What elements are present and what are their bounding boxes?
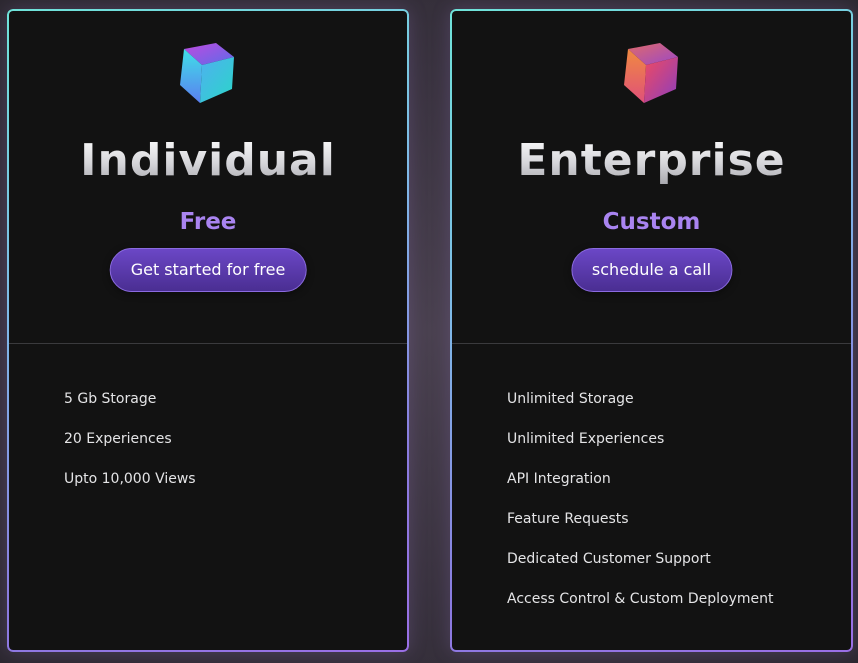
feature-item: Unlimited Experiences: [507, 431, 665, 447]
pricing-card-header: Individual Free Get started for free: [9, 11, 407, 344]
pricing-card-header: Enterprise Custom schedule a call: [452, 11, 851, 344]
feature-list: Unlimited Storage Unlimited Experiences …: [507, 389, 774, 629]
feature-list: 5 Gb Storage 20 Experiences Upto 10,000 …: [64, 389, 196, 509]
feature-item: 5 Gb Storage: [64, 391, 157, 407]
pricing-card-individual: Individual Free Get started for free 5 G…: [7, 9, 409, 652]
cube-icon: [623, 43, 678, 103]
plan-price: Custom: [602, 209, 701, 235]
pricing-card-enterprise: Enterprise Custom schedule a call Unlimi…: [450, 9, 853, 652]
feature-item: Unlimited Storage: [507, 391, 634, 407]
feature-item: 20 Experiences: [64, 431, 172, 447]
get-started-button[interactable]: Get started for free: [109, 248, 307, 292]
schedule-call-button[interactable]: schedule a call: [570, 248, 733, 292]
plan-price: Free: [179, 209, 237, 235]
plan-title: Enterprise: [452, 135, 851, 186]
feature-item: API Integration: [507, 471, 611, 487]
feature-item: Upto 10,000 Views: [64, 471, 196, 487]
plan-title: Individual: [9, 135, 407, 186]
feature-item: Access Control & Custom Deployment: [507, 591, 774, 607]
feature-item: Feature Requests: [507, 511, 629, 527]
feature-item: Dedicated Customer Support: [507, 551, 711, 567]
cube-icon: [180, 43, 234, 103]
